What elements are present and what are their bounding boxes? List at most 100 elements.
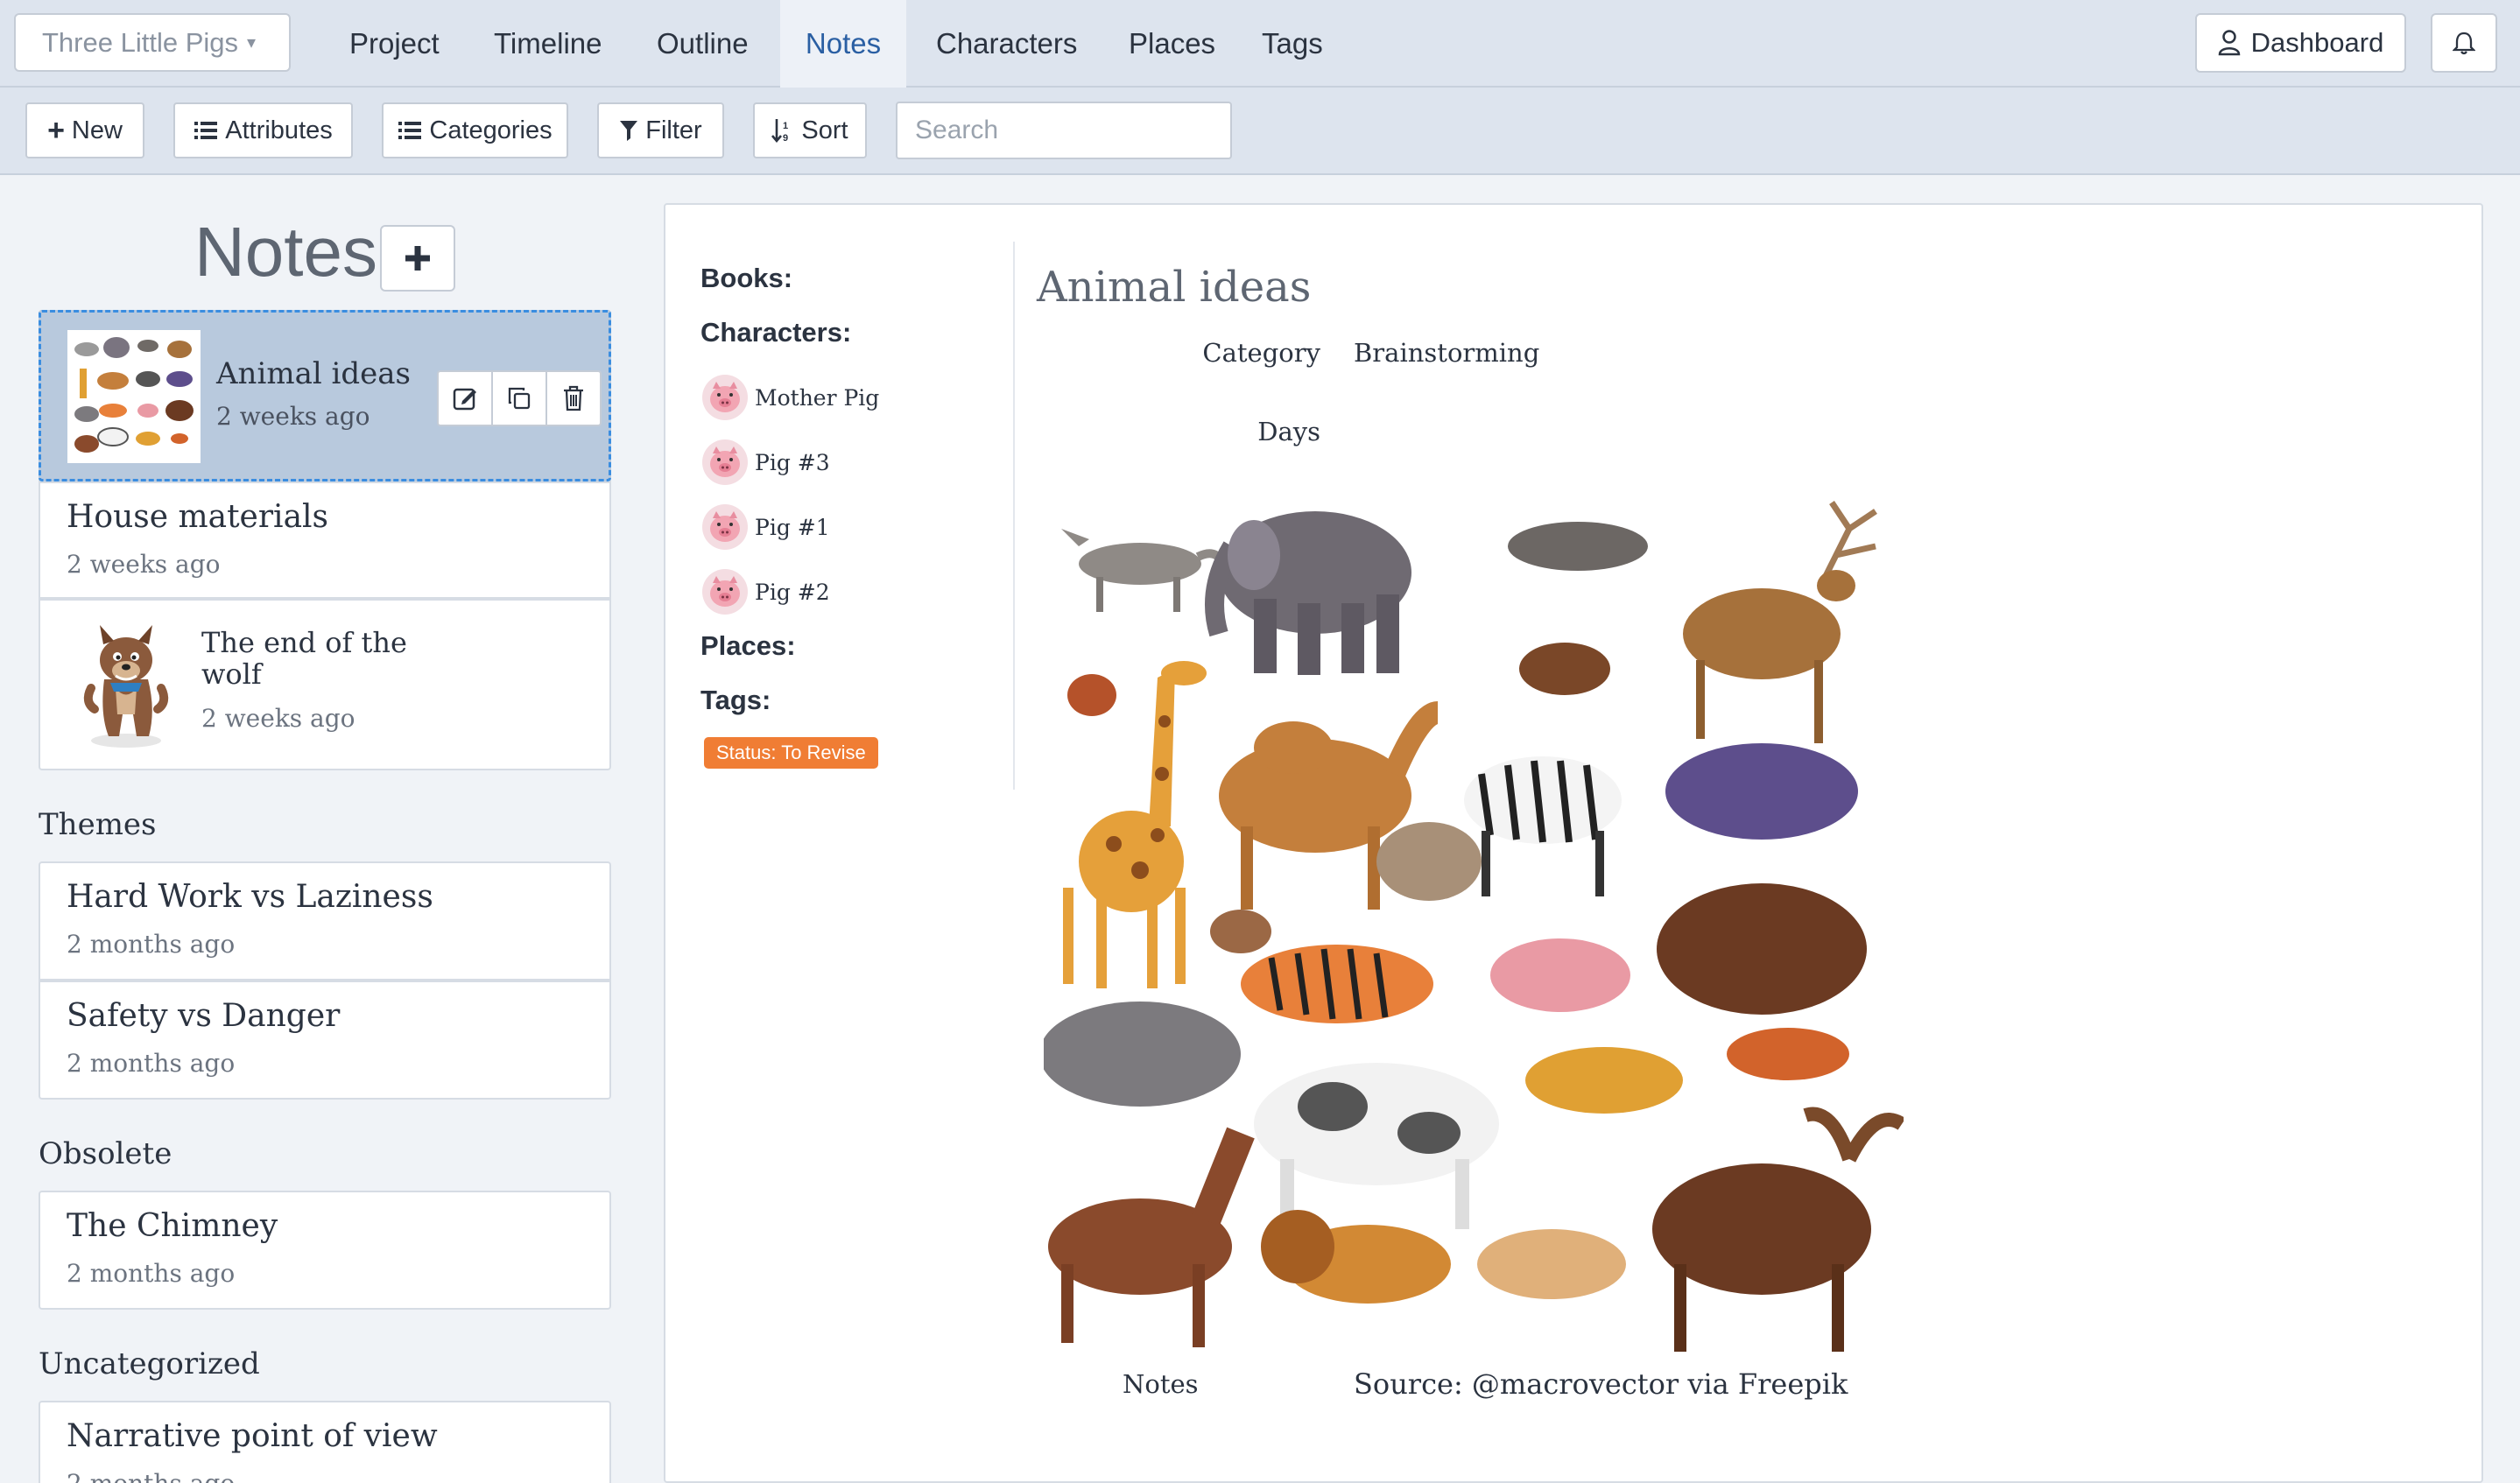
filter-label: Filter [645,116,702,144]
caret-down-icon: ▾ [247,33,257,53]
top-navbar: Three Little Pigs ▾ Project Timeline Out… [0,0,2520,88]
note-card[interactable]: The Chimney 2 months ago [40,1192,609,1308]
add-note-button[interactable] [380,225,455,292]
dashboard-button[interactable]: Dashboard [2195,13,2406,73]
copy-icon [508,387,531,410]
new-label: New [71,116,123,144]
user-icon [2218,30,2240,56]
note-title: Hard Work vs Laziness [67,879,433,915]
note-card[interactable]: Safety vs Danger 2 months ago [40,980,609,1098]
category-value: Brainstorming [1354,338,1540,368]
note-time: 2 months ago [67,1469,235,1483]
status-tag-badge[interactable]: Status: To Revise [704,737,878,769]
categories-label: Categories [429,116,553,144]
filter-icon [620,121,638,141]
divider [1013,242,1015,790]
note-card[interactable]: House materials 2 weeks ago [40,481,609,599]
attributes-button[interactable]: Attributes [173,102,353,158]
note-time: 2 months ago [67,1259,236,1288]
obsolete-list: The Chimney 2 months ago [39,1191,611,1310]
delete-button[interactable] [547,372,600,425]
note-time: 2 weeks ago [67,550,221,579]
svg-text:9: 9 [783,133,788,144]
plus-icon: + [47,113,65,147]
section-uncategorized: Uncategorized [39,1346,260,1381]
pig-icon [702,375,748,420]
nav-timeline[interactable]: Timeline [466,0,630,88]
list-icon [398,122,422,139]
note-card[interactable]: The end of the wolf 2 weeks ago [40,599,609,769]
search-input[interactable] [896,102,1232,159]
nav-outline[interactable]: Outline [629,0,777,88]
character-link[interactable]: Mother Pig [702,375,879,420]
section-obsolete: Obsolete [39,1136,172,1171]
tags-label: Tags: [700,685,771,715]
days-label: Days [1257,417,1320,446]
books-label: Books: [700,263,793,293]
animal-thumbnail [67,330,201,463]
note-actions [437,370,602,426]
animal-illustration-image [1039,494,1906,1360]
note-title: Safety vs Danger [67,998,341,1034]
characters-label: Characters: [700,317,852,348]
note-title: The Chimney [67,1208,278,1244]
character-link[interactable]: Pig #3 [702,439,830,485]
project-select[interactable]: Three Little Pigs ▾ [14,13,291,72]
notes-field-value: Source: @macrovector via Freepik [1354,1367,1848,1401]
character-link[interactable]: Pig #1 [702,504,830,550]
note-card[interactable]: Hard Work vs Laziness 2 months ago [40,863,609,980]
note-title: Animal ideas [216,356,411,391]
uncategorized-list: Narrative point of view 2 months ago [39,1401,611,1483]
notifications-button[interactable] [2431,13,2497,73]
list-icon [194,122,218,139]
notes-heading: Notes [194,213,377,291]
note-title: Narrative point of view [67,1418,438,1454]
category-label: Category [1202,338,1320,368]
note-card[interactable]: Narrative point of view 2 months ago [40,1402,609,1483]
nav-characters[interactable]: Characters [908,0,1105,88]
nav-places[interactable]: Places [1101,0,1243,88]
project-select-label: Three Little Pigs [42,26,238,58]
character-name: Mother Pig [755,384,880,411]
edit-icon [453,388,476,411]
pig-icon [702,504,748,550]
wolf-thumbnail [65,618,187,753]
nav-notes[interactable]: Notes [780,0,906,88]
pig-icon [702,439,748,485]
pig-icon [702,569,748,615]
nav-project[interactable]: Project [321,0,468,88]
note-time: 2 weeks ago [216,402,370,431]
toolbar: + New Attributes Categories Filter 19 So… [0,88,2520,175]
sort-icon: 19 [771,119,789,144]
character-name: Pig #1 [755,514,830,540]
note-detail-title: Animal ideas [1037,263,1312,312]
plus-icon [405,246,430,271]
notes-field-label: Notes [1123,1369,1199,1399]
duplicate-button[interactable] [493,372,547,425]
sort-button[interactable]: 19 Sort [753,102,867,158]
themes-list: Hard Work vs Laziness 2 months ago Safet… [39,861,611,1100]
note-title: The end of the wolf [201,626,407,691]
note-title: House materials [67,499,329,535]
note-card-selected[interactable]: Animal ideas 2 weeks ago [39,310,611,481]
new-button[interactable]: + New [25,102,144,158]
note-time: 2 months ago [67,930,236,959]
note-detail-panel: Books: Characters: Mother Pig Pig #3 Pig… [664,203,2483,1483]
places-label: Places: [700,630,796,661]
svg-text:1: 1 [783,121,788,131]
character-name: Pig #2 [755,579,830,605]
attributes-label: Attributes [225,116,333,144]
dashboard-label: Dashboard [2250,27,2384,58]
character-link[interactable]: Pig #2 [702,569,830,615]
trash-icon [564,385,583,411]
edit-button[interactable] [439,372,493,425]
nav-tags[interactable]: Tags [1234,0,1351,88]
bell-icon [2453,32,2475,55]
note-time: 2 months ago [67,1049,236,1078]
categories-button[interactable]: Categories [382,102,568,158]
filter-button[interactable]: Filter [597,102,724,158]
character-name: Pig #3 [755,449,830,475]
note-time: 2 weeks ago [201,704,355,733]
sort-label: Sort [801,116,848,144]
section-themes: Themes [39,807,157,842]
